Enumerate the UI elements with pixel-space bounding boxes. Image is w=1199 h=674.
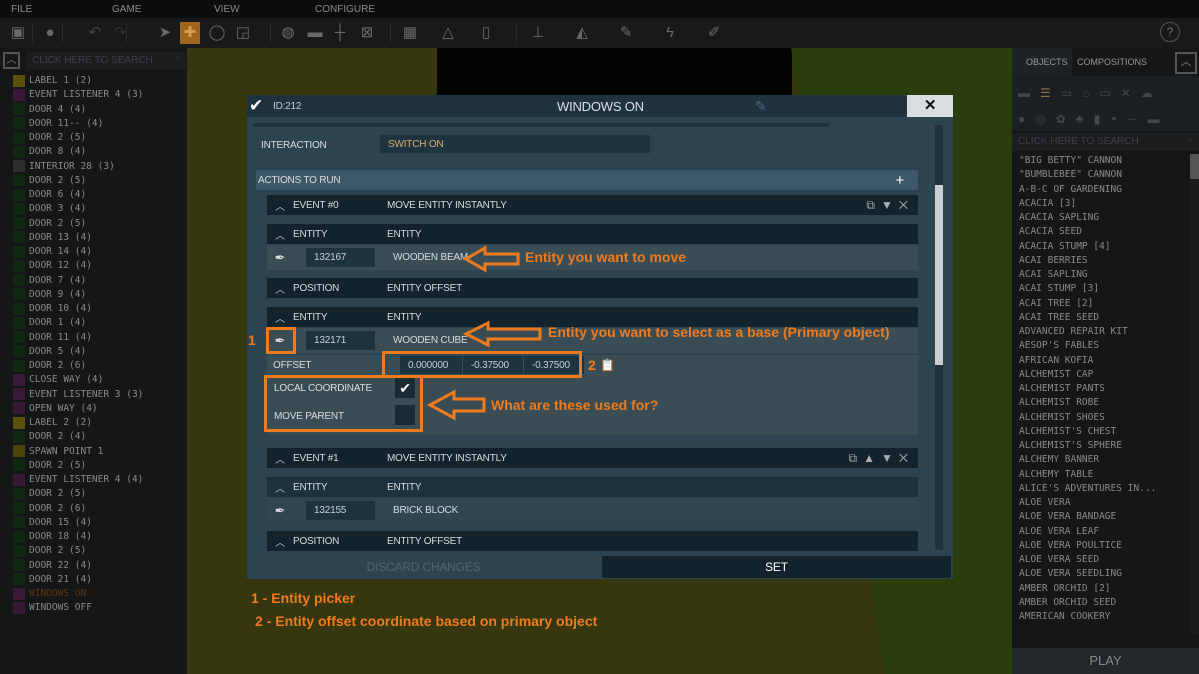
annotation-move: Entity you want to move	[525, 249, 687, 265]
arrow-base	[462, 320, 542, 348]
annotation-base: Entity you want to select as a base (Pri…	[548, 324, 890, 340]
annotation-legend-1: 1 - Entity picker	[251, 590, 356, 606]
annotation-question: What are these used for?	[491, 397, 659, 413]
annotation-number-1: 1	[248, 332, 256, 348]
arrow-question	[426, 389, 486, 421]
annotation-number-2: 2	[588, 357, 596, 373]
arrow-move	[463, 245, 520, 273]
annotation-legend-2: 2 - Entity offset coordinate based on pr…	[255, 613, 598, 629]
